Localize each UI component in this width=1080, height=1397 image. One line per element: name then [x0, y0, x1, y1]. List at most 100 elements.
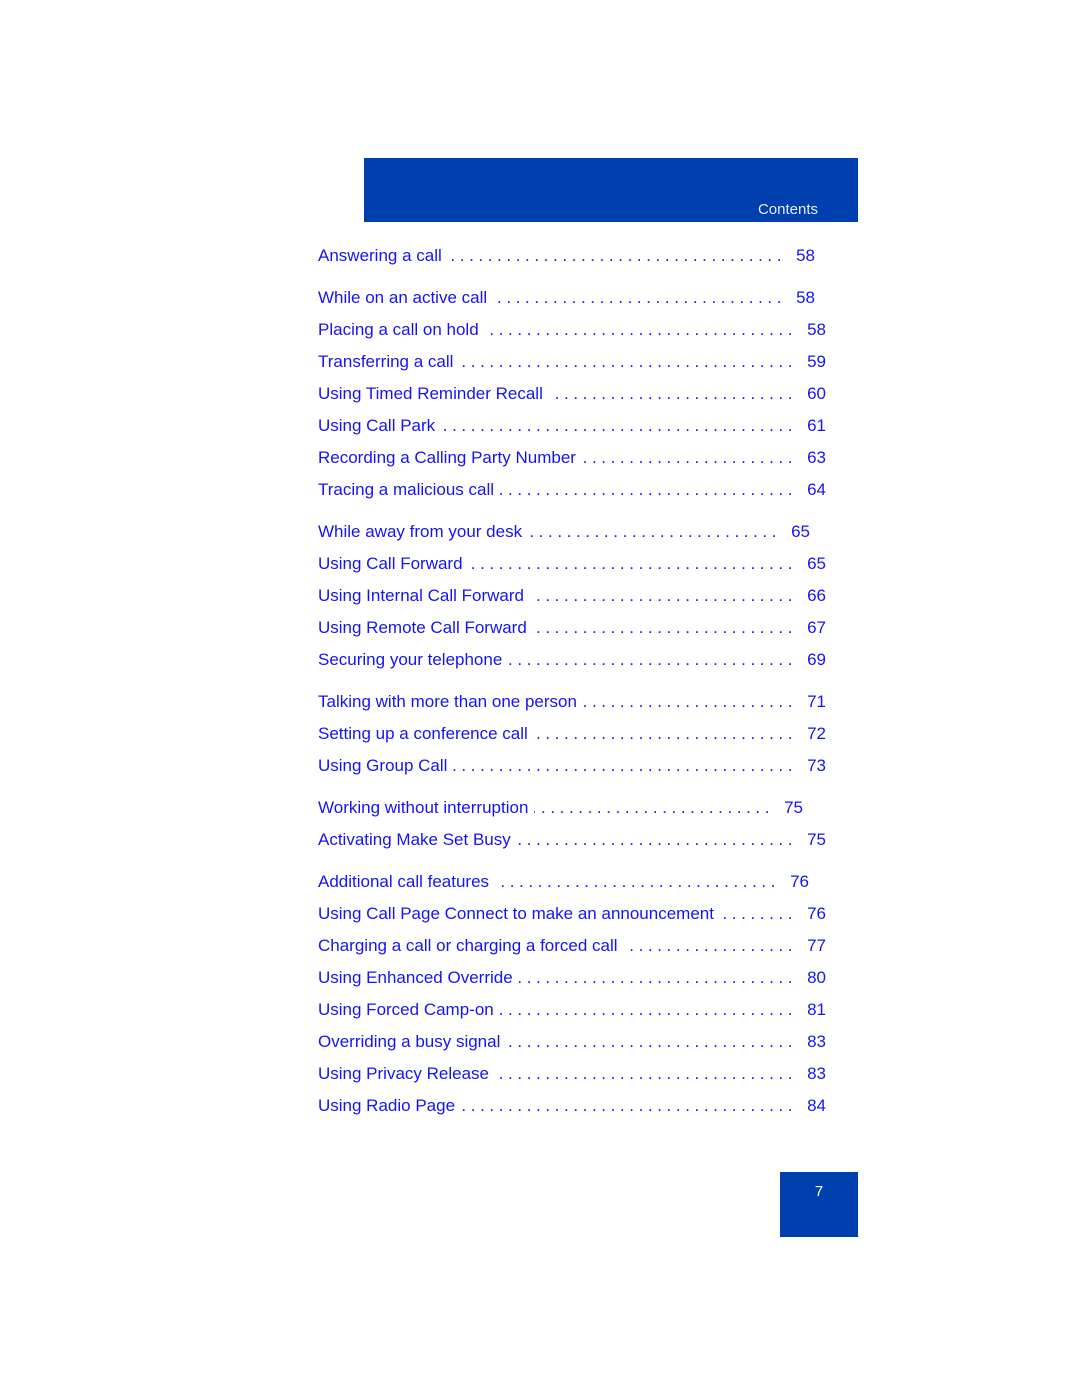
dot-leader: ........................................…	[453, 756, 798, 775]
toc-entry-label: Securing your telephone	[318, 650, 503, 669]
toc-entry-label: Additional call features	[318, 872, 490, 891]
toc-entry[interactable]: Using Internal Call Forward.............…	[318, 586, 826, 612]
dot-leader: ........................................…	[461, 1096, 798, 1115]
toc-entry-page: 59	[807, 352, 826, 371]
dot-leader: ........................................…	[469, 554, 798, 573]
toc-section-heading[interactable]: Working without interruption............…	[318, 798, 803, 824]
toc-entry[interactable]: Using Timed Reminder Recall.............…	[318, 384, 826, 410]
page-number: 7	[814, 1183, 824, 1200]
dot-leader: ........................................…	[508, 650, 798, 669]
toc-entry-label: Working without interruption	[318, 798, 529, 817]
toc-entry[interactable]: Using Call Park.........................…	[318, 416, 826, 442]
toc-entry-label: While on an active call	[318, 288, 488, 307]
toc-entry-page: 80	[807, 968, 826, 987]
toc-entry[interactable]: Securing your telephone.................…	[318, 650, 826, 676]
toc-entry-page: 75	[784, 798, 803, 817]
toc-entry-label: Using Call Park	[318, 416, 436, 435]
toc-entry[interactable]: Using Call Forward......................…	[318, 554, 826, 580]
toc-entry-page: 60	[807, 384, 826, 403]
toc-section-heading[interactable]: While away from your desk...............…	[318, 522, 810, 548]
toc-entry-page: 65	[807, 554, 826, 573]
toc-entry-label: Placing a call on hold	[318, 320, 479, 339]
toc-entry-label: Talking with more than one person	[318, 692, 577, 711]
toc-entry-label: Using Timed Reminder Recall	[318, 384, 543, 403]
toc-entry[interactable]: Placing a call on hold..................…	[318, 320, 826, 346]
dot-leader: ........................................…	[506, 1032, 798, 1051]
toc-entry-page: 76	[790, 872, 809, 891]
dot-leader: ........................................…	[459, 352, 798, 371]
toc-entry-label: Using Radio Page	[318, 1096, 456, 1115]
dot-leader: ........................................…	[582, 448, 798, 467]
toc-entry-label: Using Group Call	[318, 756, 448, 775]
toc-entry-page: 77	[807, 936, 826, 955]
dot-leader: ........................................…	[518, 968, 798, 987]
toc-entry[interactable]: Using Remote Call Forward...............…	[318, 618, 826, 644]
toc-entry-label: Recording a Calling Party Number	[318, 448, 576, 467]
toc-entry-page: 67	[807, 618, 826, 637]
toc-entry-page: 81	[807, 1000, 826, 1019]
header-bar: Contents	[364, 158, 858, 222]
dot-leader: ........................................…	[549, 384, 798, 403]
toc-section-heading[interactable]: While on an active call.................…	[318, 288, 815, 314]
toc-entry[interactable]: Overriding a busy signal................…	[318, 1032, 826, 1058]
toc-entry[interactable]: Using Forced Camp-on....................…	[318, 1000, 826, 1026]
toc-entry-page: 65	[791, 522, 810, 541]
toc-entry-label: Setting up a conference call	[318, 724, 528, 743]
toc-entry-label: Transferring a call	[318, 352, 454, 371]
toc-entry-page: 58	[807, 320, 826, 339]
toc-entry-label: Using Internal Call Forward	[318, 586, 524, 605]
toc-entry-page: 64	[807, 480, 826, 499]
toc-entry-label: Using Call Forward	[318, 554, 463, 573]
toc-entry-page: 83	[807, 1064, 826, 1083]
toc-entry-label: Using Forced Camp-on	[318, 1000, 494, 1019]
toc-entry-label: Answering a call	[318, 246, 442, 265]
toc-entry[interactable]: Using Enhanced Override.................…	[318, 968, 826, 994]
toc-entry[interactable]: Using Call Page Connect to make an annou…	[318, 904, 826, 930]
dot-leader: ........................................…	[495, 872, 781, 891]
dot-leader: ........................................…	[623, 936, 798, 955]
toc-entry-label: Using Enhanced Override	[318, 968, 513, 987]
toc-entry-label: Overriding a busy signal	[318, 1032, 501, 1051]
dot-leader: ........................................…	[500, 480, 798, 499]
toc-entry[interactable]: Transferring a call.....................…	[318, 352, 826, 378]
toc-entry-page: 75	[807, 830, 826, 849]
dot-leader: ........................................…	[534, 724, 798, 743]
toc-entry-page: 58	[796, 246, 815, 265]
toc-entry-page: 84	[807, 1096, 826, 1115]
toc-entry-label: Charging a call or charging a forced cal…	[318, 936, 618, 955]
toc-entry[interactable]: Using Radio Page........................…	[318, 1096, 826, 1122]
dot-leader: ........................................…	[499, 1000, 798, 1019]
toc-entry[interactable]: Charging a call or charging a forced cal…	[318, 936, 826, 962]
toc-entry-page: 76	[807, 904, 826, 923]
dot-leader: ........................................…	[582, 692, 798, 711]
dot-leader: ........................................…	[517, 830, 798, 849]
toc-entry-label: Activating Make Set Busy	[318, 830, 511, 849]
dot-leader: ........................................…	[534, 798, 775, 817]
toc-section-heading[interactable]: Answering a call........................…	[318, 246, 815, 272]
toc-entry[interactable]: Talking with more than one person.......…	[318, 692, 826, 718]
dot-leader: ........................................…	[530, 586, 798, 605]
toc-entry-page: 69	[807, 650, 826, 669]
toc-entry[interactable]: Recording a Calling Party Number........…	[318, 448, 826, 474]
toc-entry[interactable]: Using Group Call........................…	[318, 756, 826, 782]
dot-leader: ........................................…	[533, 618, 798, 637]
toc-entry-label: Using Privacy Release	[318, 1064, 490, 1083]
toc-entry-page: 61	[807, 416, 826, 435]
section-title: Contents	[757, 201, 818, 218]
toc-entry[interactable]: Using Privacy Release...................…	[318, 1064, 826, 1090]
toc-entry[interactable]: Setting up a conference call............…	[318, 724, 826, 750]
dot-leader: ........................................…	[493, 288, 787, 307]
toc-entry-page: 72	[807, 724, 826, 743]
page-number-box: 7	[780, 1172, 858, 1237]
toc-entry-page: 63	[807, 448, 826, 467]
toc-entry-page: 71	[807, 692, 826, 711]
toc-entry[interactable]: Tracing a malicious call................…	[318, 480, 826, 506]
toc-entry-label: While away from your desk	[318, 522, 523, 541]
toc-entry-page: 66	[807, 586, 826, 605]
toc-entry[interactable]: Activating Make Set Busy................…	[318, 830, 826, 856]
dot-leader: ........................................…	[447, 246, 787, 265]
toc-entry-label: Using Call Page Connect to make an annou…	[318, 904, 714, 923]
dot-leader: ........................................…	[485, 320, 798, 339]
dot-leader: ........................................…	[441, 416, 798, 435]
toc-section-heading[interactable]: Additional call features................…	[318, 872, 809, 898]
